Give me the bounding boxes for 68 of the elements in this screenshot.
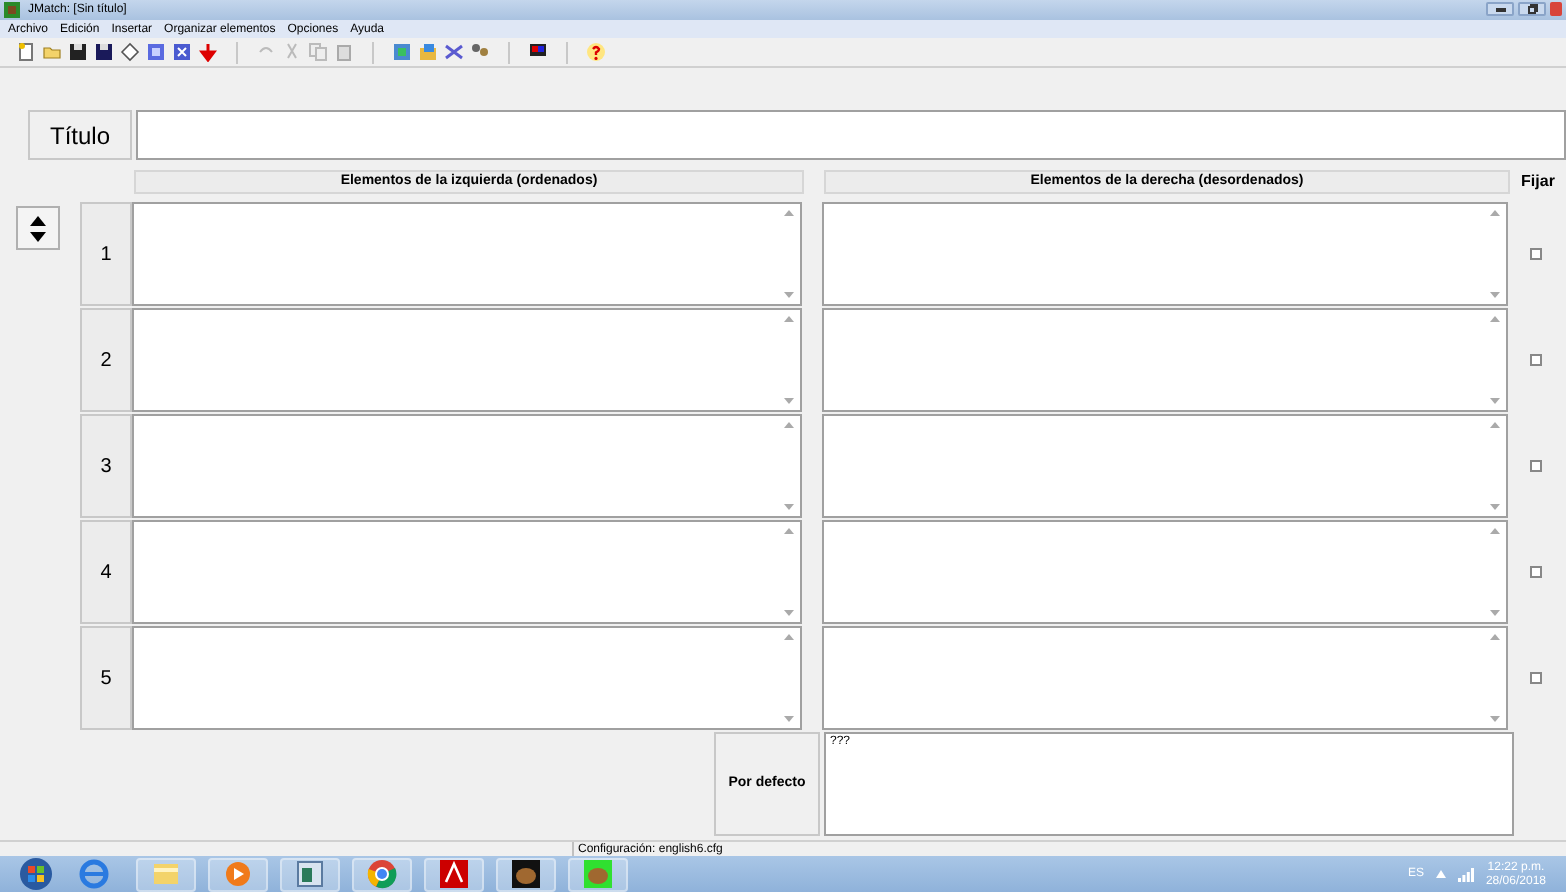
- media-player-icon: [222, 858, 254, 890]
- title-input[interactable]: [136, 110, 1566, 160]
- scroll-up-icon: [1490, 422, 1500, 428]
- textarea[interactable]: [132, 308, 802, 412]
- scroll-down-icon: [1490, 610, 1500, 616]
- textarea[interactable]: [822, 626, 1508, 730]
- scroll-down-icon: [1490, 292, 1500, 298]
- scroll-up-icon: [784, 422, 794, 428]
- scroll-down-icon: [784, 610, 794, 616]
- column-header: Fijar: [1519, 170, 1557, 194]
- textarea[interactable]: [132, 414, 802, 518]
- textarea[interactable]: [822, 308, 1508, 412]
- up-arrow-icon: [30, 215, 46, 225]
- save-icon[interactable]: [68, 42, 88, 62]
- scroll-up-icon: [784, 634, 794, 640]
- scroll-up-icon: [1490, 528, 1500, 534]
- new-document-icon[interactable]: [16, 42, 36, 62]
- folder-image-icon[interactable]: [418, 42, 438, 62]
- minimize-icon: [1495, 7, 1505, 11]
- scroll-down-icon: [1490, 504, 1500, 510]
- restore-icon: [1527, 4, 1537, 14]
- down-arrow-icon[interactable]: [198, 42, 218, 62]
- app-icon: [4, 2, 20, 18]
- down-arrow-icon: [30, 231, 46, 241]
- scroll-down-icon: [784, 398, 794, 404]
- textarea[interactable]: [822, 520, 1508, 624]
- textarea[interactable]: [822, 202, 1508, 306]
- scroll-up-icon: [784, 316, 794, 322]
- textarea[interactable]: [132, 520, 802, 624]
- textarea[interactable]: [132, 626, 802, 730]
- row-number: 4: [80, 520, 132, 624]
- start-button[interactable]: [20, 858, 52, 890]
- chrome-icon: [366, 858, 398, 890]
- paste-icon[interactable]: [334, 42, 354, 62]
- scroll-up-icon: [1490, 634, 1500, 640]
- window-app-icon: [294, 858, 326, 890]
- help-icon[interactable]: [586, 42, 606, 62]
- fix-checkbox[interactable]: [1530, 248, 1542, 260]
- scroll-down-icon: [1490, 716, 1500, 722]
- pdf-reader-icon: [438, 858, 470, 890]
- minimize-button[interactable]: [1486, 2, 1514, 16]
- scroll-down-icon: [784, 716, 794, 722]
- title-label: Título: [28, 110, 132, 160]
- textarea[interactable]: [132, 202, 802, 306]
- row-number: 3: [80, 414, 132, 518]
- restore-button[interactable]: [1518, 2, 1546, 16]
- scroll-up-icon: [1490, 316, 1500, 322]
- row-number: 5: [80, 626, 132, 730]
- fix-checkbox[interactable]: [1530, 672, 1542, 684]
- scroll-down-icon: [784, 504, 794, 510]
- save-as-icon[interactable]: [94, 42, 114, 62]
- fix-checkbox[interactable]: [1530, 354, 1542, 366]
- fix-checkbox[interactable]: [1530, 566, 1542, 578]
- monitor-icon[interactable]: [528, 42, 548, 62]
- folder-icon: [150, 858, 182, 890]
- scroll-up-icon: [1490, 210, 1500, 216]
- fix-checkbox[interactable]: [1530, 460, 1542, 472]
- row-number: 2: [80, 308, 132, 412]
- scroll-up-icon: [784, 528, 794, 534]
- scroll-up-icon: [784, 210, 794, 216]
- taskbar-button[interactable]: [496, 857, 556, 891]
- scroll-down-icon: [1490, 398, 1500, 404]
- row-number: 1: [80, 202, 132, 306]
- textarea[interactable]: [822, 414, 1508, 518]
- tray-arrow-icon[interactable]: [1435, 870, 1446, 878]
- scroll-down-icon: [784, 292, 794, 298]
- move-arrows[interactable]: [16, 206, 60, 250]
- signal-icon[interactable]: [1457, 867, 1474, 881]
